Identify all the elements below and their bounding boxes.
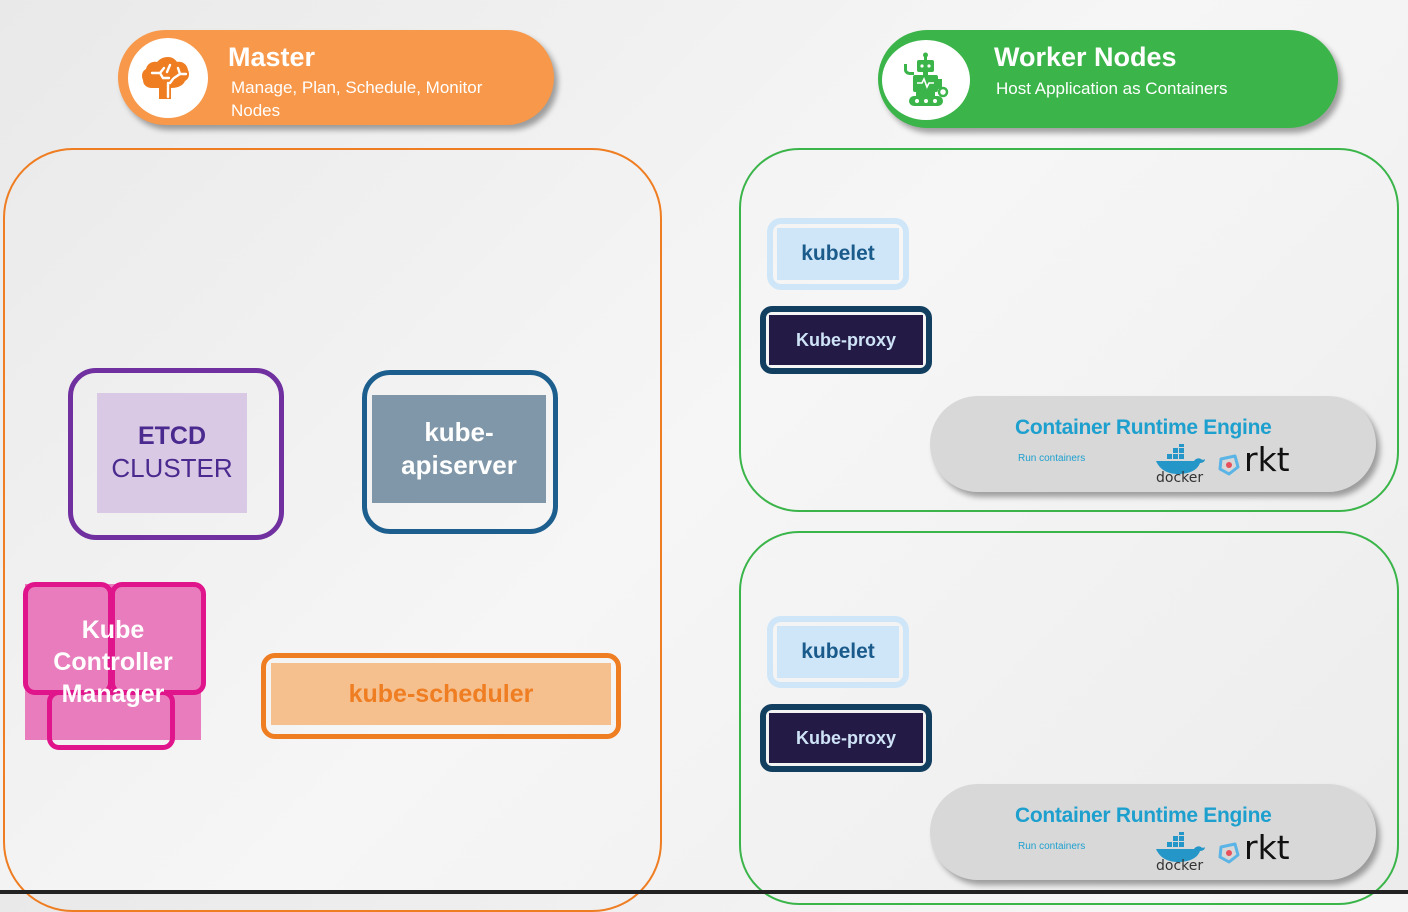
runtime-subtitle: Run containers [1018, 841, 1086, 852]
bottom-edge [0, 890, 1408, 894]
kube-scheduler-label: kube-scheduler [271, 663, 611, 725]
kube-apiserver-label-line1: kube- [424, 417, 494, 447]
etcd-label: ETCD [137, 422, 207, 450]
worker-header: Worker Nodes Host Application as Contain… [878, 30, 1338, 128]
brain-icon-container [128, 38, 208, 118]
kube-apiserver-body: kube- apiserver [372, 395, 546, 503]
rkt-wordmark: rkt [1244, 828, 1290, 867]
robot-icon [904, 52, 949, 106]
runtime-title: Container Runtime Engine [1015, 804, 1272, 827]
kubelet[interactable]: kubelet [767, 616, 909, 688]
kubelet-label: kubelet [777, 626, 899, 678]
etcd-cluster[interactable]: ETCD CLUSTER [68, 368, 284, 540]
kube-scheduler[interactable]: kube-scheduler [261, 653, 621, 739]
kube-controller-manager-label: Kube Controller Manager [53, 616, 173, 708]
worker-title: Worker Nodes [994, 42, 1177, 72]
kube-proxy-label: Kube-proxy [769, 315, 923, 365]
rkt-icon [1218, 454, 1240, 476]
brain-icon [142, 57, 189, 99]
kube-apiserver-label-line2: apiserver [401, 450, 517, 480]
kube-proxy-label: Kube-proxy [769, 713, 923, 763]
worker-subtitle: Host Application as Containers [996, 79, 1228, 98]
container-runtime-engine[interactable]: Container Runtime Engine Run containers … [930, 784, 1376, 880]
robot-icon-container [882, 40, 970, 120]
master-subtitle: Manage, Plan, Schedule, Monitor Nodes [231, 78, 483, 120]
rkt-wordmark: rkt [1244, 440, 1290, 479]
kube-proxy[interactable]: Kube-proxy [760, 306, 932, 374]
docker-wordmark: docker [1156, 470, 1204, 486]
master-title: Master [228, 42, 316, 72]
kube-apiserver[interactable]: kube- apiserver [362, 370, 558, 534]
cluster-label: CLUSTER [111, 453, 233, 483]
runtime-title: Container Runtime Engine [1015, 416, 1272, 439]
kubelet[interactable]: kubelet [767, 218, 909, 290]
etcd-cluster-body: ETCD CLUSTER [97, 393, 247, 513]
docker-wordmark: docker [1156, 858, 1204, 874]
rkt-icon [1218, 842, 1240, 864]
kubelet-label: kubelet [777, 228, 899, 280]
runtime-subtitle: Run containers [1018, 453, 1086, 464]
master-header: Master Manage, Plan, Schedule, Monitor N… [118, 30, 554, 125]
kube-proxy[interactable]: Kube-proxy [760, 704, 932, 772]
container-runtime-engine[interactable]: Container Runtime Engine Run containers … [930, 396, 1376, 492]
